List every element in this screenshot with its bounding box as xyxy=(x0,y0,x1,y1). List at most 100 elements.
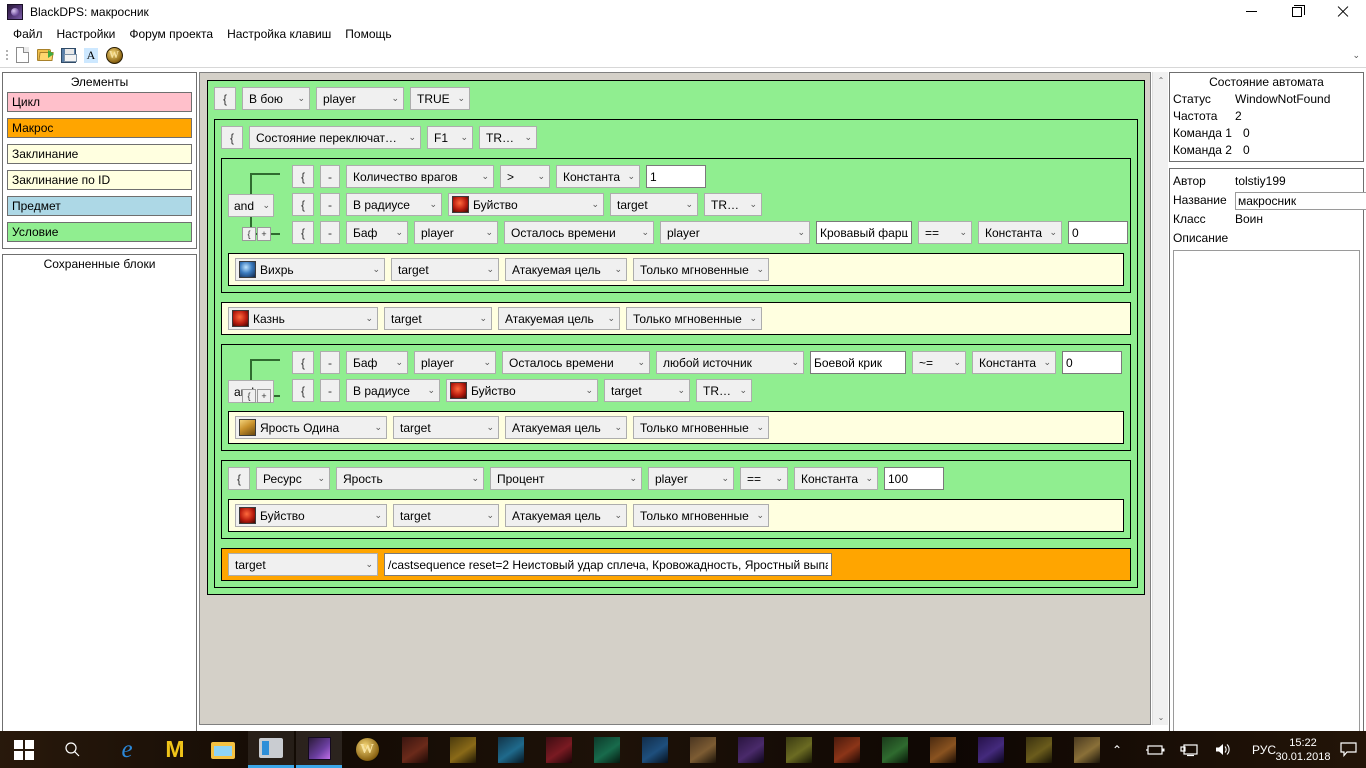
spell-mode-select-vihr[interactable]: Атакуемая цель ⌄ xyxy=(505,258,627,281)
logic-operator-select-a[interactable]: and ⌄ xyxy=(228,194,274,217)
clock[interactable]: 15:22 30.01.2018 xyxy=(1276,731,1330,768)
brace-icon[interactable]: { xyxy=(292,379,314,402)
font-button[interactable]: A xyxy=(81,45,101,65)
taskbar-app-wow-1[interactable] xyxy=(392,731,438,768)
remove-condition-button[interactable]: - xyxy=(320,165,340,188)
macro-target-select[interactable]: target ⌄ xyxy=(228,553,378,576)
resource-value-input[interactable] xyxy=(884,467,944,490)
buff-name-input[interactable] xyxy=(816,221,912,244)
spell-target-select-buystvo[interactable]: target ⌄ xyxy=(393,504,499,527)
macro-description-textarea[interactable] xyxy=(1173,250,1360,752)
brace-icon[interactable]: { xyxy=(214,87,236,110)
combat-unit-select[interactable]: player ⌄ xyxy=(316,87,404,110)
spell-cast-select-vihr[interactable]: Только мгновенные ⌄ xyxy=(633,258,769,281)
element-macro[interactable]: Макрос xyxy=(7,118,192,138)
in-radius-value-select[interactable]: TRUE ⌄ xyxy=(704,193,762,216)
in-radius-value-select-b[interactable]: TRUE ⌄ xyxy=(696,379,752,402)
brace-icon[interactable]: { xyxy=(228,467,250,490)
scroll-up-icon[interactable]: ⌃ xyxy=(1153,72,1169,88)
add-condition-button[interactable]: + xyxy=(257,389,271,403)
taskbar-app-wow-7[interactable] xyxy=(680,731,726,768)
in-radius-field-select[interactable]: В радиусе ⌄ xyxy=(346,193,442,216)
buff-const-select-b[interactable]: Константа ⌄ xyxy=(972,351,1056,374)
spell-block-buystvo[interactable]: Буйство ⌄ target ⌄ Атакуемая цель ⌄ xyxy=(228,499,1124,532)
taskbar-app-wow-3[interactable] xyxy=(488,731,534,768)
new-file-button[interactable] xyxy=(12,45,32,65)
element-cycle[interactable]: Цикл xyxy=(7,92,192,112)
wow-button[interactable]: W xyxy=(104,45,124,65)
enemy-count-field-select[interactable]: Количество врагов ⌄ xyxy=(346,165,494,188)
condition-block-resource[interactable]: { Ресурс ⌄ Ярость ⌄ Процент ⌄ xyxy=(221,460,1131,539)
page-scrollbar[interactable]: ⌃ ⌄ xyxy=(1152,72,1168,725)
taskbar-app-wow-9[interactable] xyxy=(776,731,822,768)
spell-target-select-yarost[interactable]: target ⌄ xyxy=(393,416,499,439)
spell-block-vihr[interactable]: Вихрь ⌄ target ⌄ Атакуемая цель ⌄ xyxy=(228,253,1124,286)
toolbar-overflow-icon[interactable]: ⌄ xyxy=(1352,50,1360,61)
resource-metric-select[interactable]: Процент ⌄ xyxy=(490,467,642,490)
brace-icon[interactable]: { xyxy=(292,221,314,244)
brace-icon[interactable]: { xyxy=(292,193,314,216)
buff-unit-select-b[interactable]: player ⌄ xyxy=(414,351,496,374)
buff-operator-select[interactable]: == ⌄ xyxy=(918,221,972,244)
spell-mode-select-kazn[interactable]: Атакуемая цель ⌄ xyxy=(498,307,620,330)
resource-unit-select[interactable]: player ⌄ xyxy=(648,467,734,490)
taskbar-app-wow-2[interactable] xyxy=(440,731,486,768)
notification-center-button[interactable] xyxy=(1330,731,1366,768)
network-button[interactable] xyxy=(1180,731,1200,768)
toolbar-grip[interactable] xyxy=(4,48,9,63)
taskbar-app-wow-5[interactable] xyxy=(584,731,630,768)
enemy-count-source-select[interactable]: Константа ⌄ xyxy=(556,165,640,188)
remove-condition-button[interactable]: - xyxy=(320,351,340,374)
resource-operator-select[interactable]: == ⌄ xyxy=(740,467,788,490)
menu-item-forum[interactable]: Форум проекта xyxy=(122,25,220,43)
start-button[interactable] xyxy=(0,731,48,768)
minimize-button[interactable] xyxy=(1228,0,1274,24)
macro-text-input[interactable] xyxy=(384,553,832,576)
volume-button[interactable] xyxy=(1214,731,1232,768)
save-file-button[interactable] xyxy=(58,45,78,65)
open-file-button[interactable] xyxy=(35,45,55,65)
macro-block[interactable]: target ⌄ xyxy=(221,548,1131,581)
combat-value-select[interactable]: TRUE ⌄ xyxy=(410,87,470,110)
resource-kind-select[interactable]: Ресурс ⌄ xyxy=(256,467,330,490)
condition-group-b[interactable]: and ⌄ { + { xyxy=(221,344,1131,451)
remove-condition-button[interactable]: - xyxy=(320,379,340,402)
resource-const-select[interactable]: Константа ⌄ xyxy=(794,467,878,490)
menu-item-keybinds[interactable]: Настройка клавиш xyxy=(220,25,338,43)
in-radius-field-select-b[interactable]: В радиусе ⌄ xyxy=(346,379,440,402)
macro-name-input[interactable] xyxy=(1235,192,1366,210)
in-radius-spell-select-b[interactable]: Буйство ⌄ xyxy=(446,379,598,402)
buff-field-select-b[interactable]: Баф ⌄ xyxy=(346,351,408,374)
combat-condition-select[interactable]: В бою ⌄ xyxy=(242,87,310,110)
language-indicator[interactable]: РУС xyxy=(1252,731,1276,768)
toggle-key-select[interactable]: F1 ⌄ xyxy=(427,126,473,149)
tray-expand-button[interactable]: ⌃ xyxy=(1112,731,1122,768)
brace-icon[interactable]: { xyxy=(221,126,243,149)
condition-block-toggle-state[interactable]: { Состояние переключателя ⌄ F1 ⌄ TRUE ⌄ xyxy=(214,119,1138,588)
in-radius-unit-select[interactable]: target ⌄ xyxy=(610,193,698,216)
spell-select-vihr[interactable]: Вихрь ⌄ xyxy=(235,258,385,281)
buff-field-select[interactable]: Баф ⌄ xyxy=(346,221,408,244)
in-radius-unit-select-b[interactable]: target ⌄ xyxy=(604,379,690,402)
buff-value-input-b[interactable] xyxy=(1062,351,1122,374)
brace-icon[interactable]: { xyxy=(292,165,314,188)
spell-select-kazn[interactable]: Казнь ⌄ xyxy=(228,307,378,330)
buff-source-select[interactable]: player ⌄ xyxy=(660,221,810,244)
taskbar-app-wow-10[interactable] xyxy=(824,731,870,768)
buff-source-select-b[interactable]: любой источник ⌄ xyxy=(656,351,804,374)
macro-editor-canvas[interactable]: { В бою ⌄ player ⌄ TRUE ⌄ xyxy=(199,72,1151,725)
taskbar-app-wow-6[interactable] xyxy=(632,731,678,768)
spell-mode-select-buystvo[interactable]: Атакуемая цель ⌄ xyxy=(505,504,627,527)
resource-name-select[interactable]: Ярость ⌄ xyxy=(336,467,484,490)
menu-item-help[interactable]: Помощь xyxy=(338,25,398,43)
enemy-count-value-input[interactable] xyxy=(646,165,706,188)
spell-select-yarost-odina[interactable]: Ярость Одина ⌄ xyxy=(235,416,387,439)
element-item[interactable]: Предмет xyxy=(7,196,192,216)
scroll-down-icon[interactable]: ⌄ xyxy=(1153,709,1169,725)
buff-operator-select-b[interactable]: ~= ⌄ xyxy=(912,351,966,374)
taskbar-app-wow-14[interactable] xyxy=(1016,731,1062,768)
spell-block-kazn[interactable]: Казнь ⌄ target ⌄ Атакуемая цель ⌄ Толь xyxy=(221,302,1131,335)
taskbar-app-edge[interactable]: e xyxy=(104,731,150,768)
remove-condition-button[interactable]: - xyxy=(320,193,340,216)
taskbar-app-blackdps[interactable] xyxy=(296,731,342,768)
